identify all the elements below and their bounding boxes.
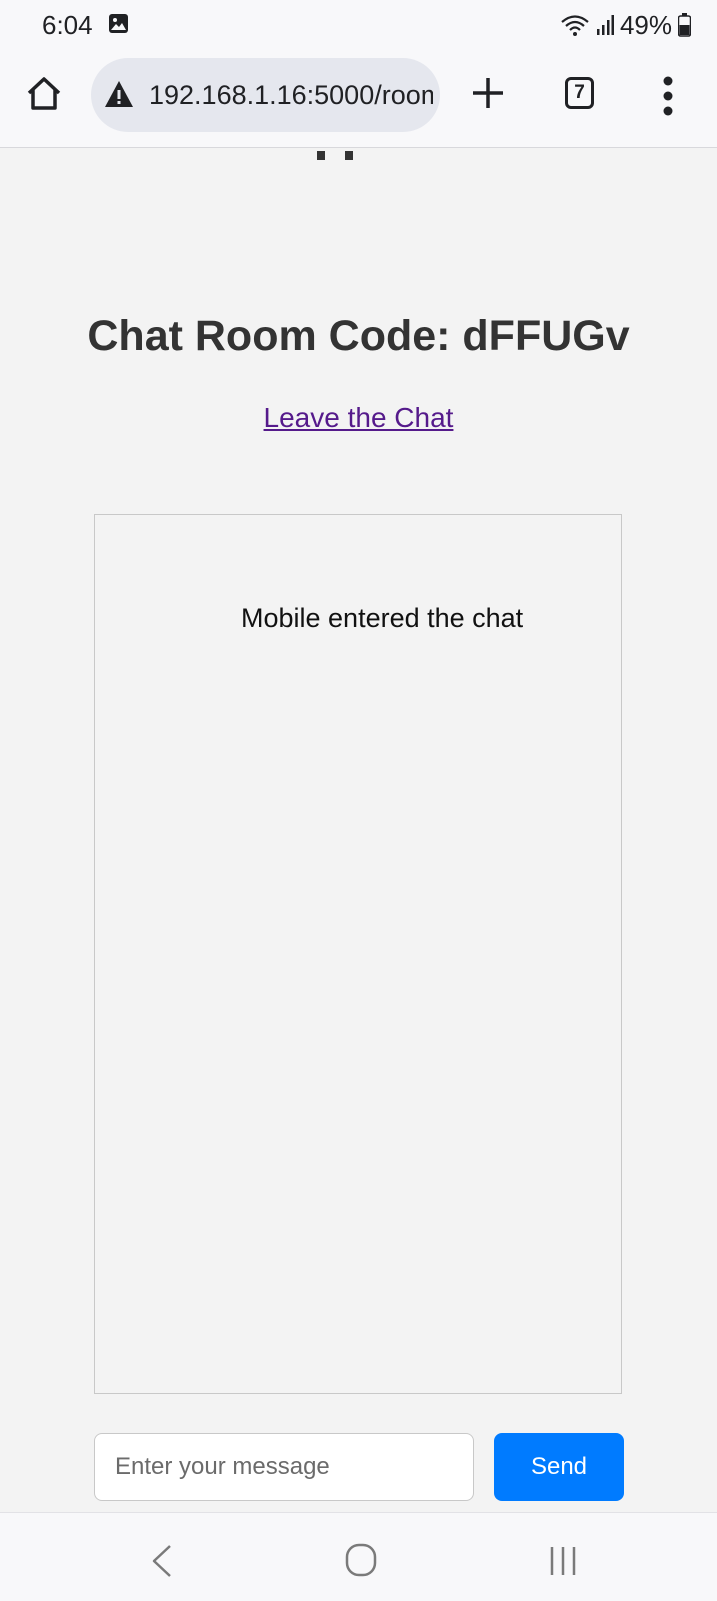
status-indicators: 49% [560,10,691,40]
address-bar[interactable]: 192.168.1.16:5000/room [91,58,440,132]
gallery-icon [109,14,128,33]
home-icon[interactable] [24,74,64,114]
battery-percentage: 49% [619,9,672,40]
send-button[interactable]: Send [494,1433,624,1501]
battery-icon [678,13,691,37]
status-bar: 6:04 49% [0,0,717,50]
tab-count: 7 [574,82,585,103]
system-nav-bar [0,1512,717,1601]
cut-mark-right [345,151,353,160]
status-time: 6:04 [42,10,93,40]
url-text[interactable]: 192.168.1.16:5000/room [149,80,433,111]
cut-mark-left [317,151,325,160]
signal-icon [596,15,614,35]
message-input[interactable] [94,1433,474,1501]
leave-chat-link[interactable]: Leave the Chat [0,402,717,434]
wifi-icon [561,15,589,36]
page-title: Chat Room Code: dFFUGv [87,312,630,360]
back-icon[interactable] [150,1543,174,1579]
recents-icon[interactable] [548,1545,578,1577]
home-circle-icon[interactable] [345,1543,377,1577]
plus-icon[interactable] [470,75,506,111]
tabs-button[interactable]: 7 [565,77,594,109]
warning-icon[interactable] [104,80,134,108]
messages-panel[interactable]: Mobile entered the chat [94,514,622,1394]
message-item: Mobile entered the chat [241,603,524,633]
more-vert-icon[interactable] [660,76,676,116]
browser-toolbar: 192.168.1.16:5000/room 7 [0,50,717,148]
